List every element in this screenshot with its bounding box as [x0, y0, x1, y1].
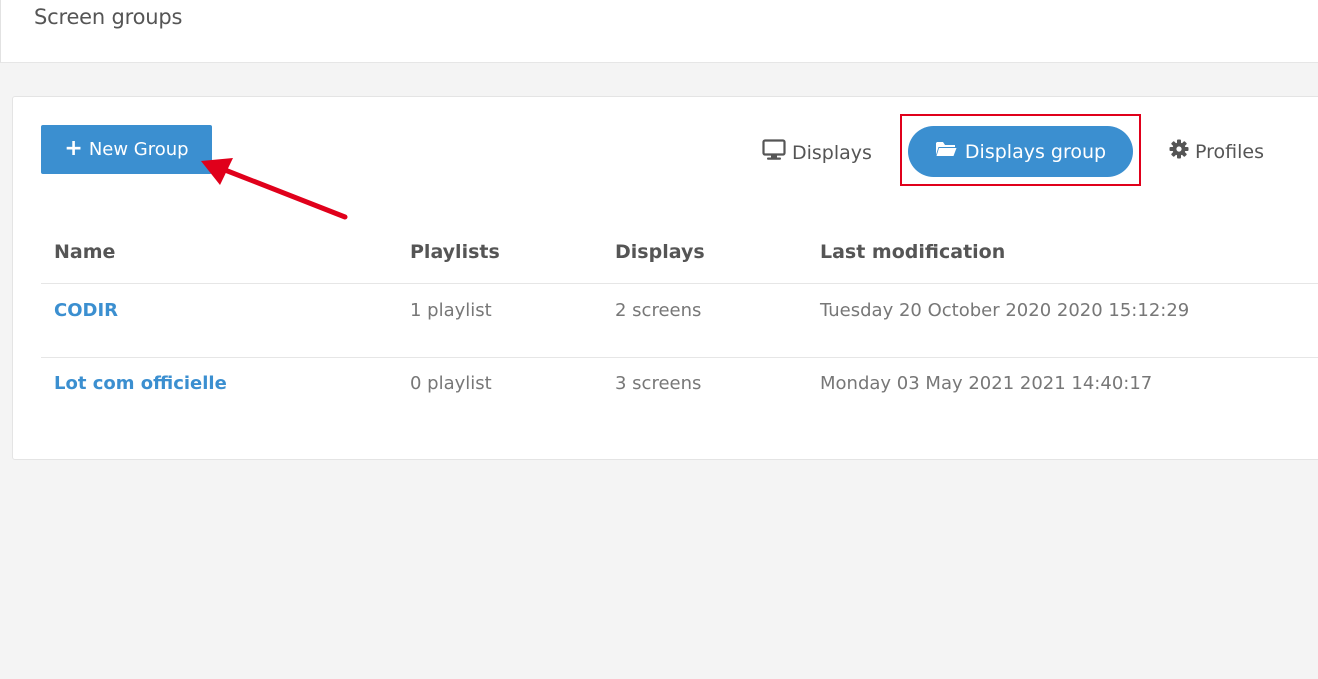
group-name-link[interactable]: Lot com officielle — [54, 373, 227, 394]
tab-profiles[interactable]: Profiles — [1169, 139, 1264, 164]
column-header-name[interactable]: Name — [54, 241, 115, 263]
new-group-button[interactable]: + New Group — [41, 125, 212, 174]
table-divider — [41, 357, 1318, 358]
column-header-last-modification[interactable]: Last modification — [820, 241, 1005, 263]
last-modification: Monday 03 May 2021 2021 14:40:17 — [820, 373, 1153, 394]
folder-open-icon — [935, 140, 957, 163]
column-header-displays[interactable]: Displays — [615, 241, 705, 263]
tab-displays[interactable]: Displays — [762, 139, 872, 166]
column-header-playlists[interactable]: Playlists — [410, 241, 500, 263]
new-group-label: New Group — [88, 139, 189, 160]
playlists-count: 1 playlist — [410, 300, 492, 321]
group-name-link[interactable]: CODIR — [54, 300, 118, 321]
table-divider — [41, 283, 1318, 284]
displays-count: 3 screens — [615, 373, 702, 394]
tab-displays-group-label: Displays group — [964, 140, 1107, 163]
tab-displays-label: Displays — [792, 141, 872, 164]
tab-displays-group[interactable]: Displays group — [908, 126, 1133, 177]
last-modification: Tuesday 20 October 2020 2020 15:12:29 — [820, 300, 1190, 321]
monitor-icon — [762, 139, 786, 166]
tab-profiles-label: Profiles — [1195, 140, 1264, 163]
page-header: Screen groups — [0, 0, 1318, 63]
page-title: Screen groups — [34, 5, 183, 29]
displays-count: 2 screens — [615, 300, 702, 321]
gear-icon — [1169, 139, 1189, 164]
plus-icon: + — [64, 135, 83, 161]
playlists-count: 0 playlist — [410, 373, 492, 394]
